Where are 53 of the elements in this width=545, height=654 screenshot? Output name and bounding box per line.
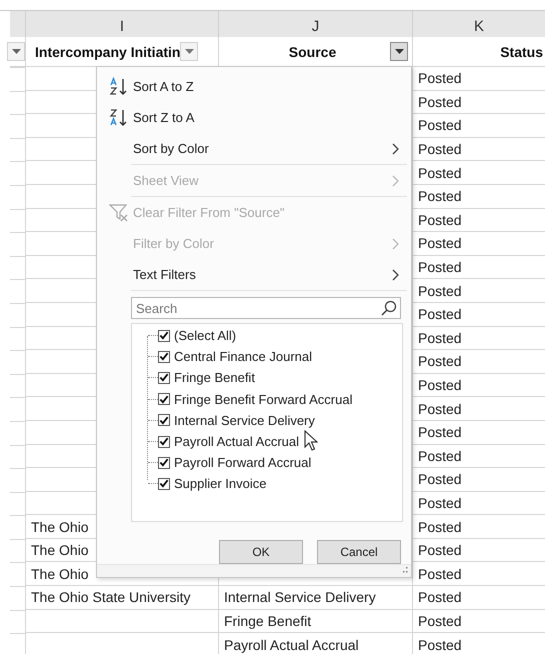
checkbox-label[interactable]: Internal Service Delivery	[174, 412, 315, 428]
sort-icon	[109, 76, 129, 96]
checkbox-label[interactable]: Fringe Benefit Forward Accrual	[174, 392, 352, 407]
chevron-right-icon	[392, 174, 399, 186]
sort-icon	[109, 108, 129, 128]
table-cell: Posted	[412, 633, 545, 654]
filter-dropdown-button[interactable]	[180, 42, 198, 61]
table-cell: The Ohio State University	[25, 586, 218, 610]
caret-down-icon	[184, 49, 194, 54]
column-header: Source	[288, 44, 336, 60]
search-field[interactable]: Search	[131, 297, 401, 319]
chevron-right-icon	[392, 142, 399, 154]
checkbox[interactable]	[158, 350, 170, 363]
menu-item[interactable]: Sort Z to A	[97, 102, 411, 133]
checkbox-label[interactable]: Payroll Forward Accrual	[174, 455, 312, 470]
caret-down-icon	[12, 49, 20, 54]
table-cell: Posted	[412, 586, 545, 610]
ok-button[interactable]: OK	[219, 540, 303, 564]
checkbox[interactable]	[158, 393, 170, 406]
mouse-cursor-icon	[304, 430, 318, 452]
checkbox[interactable]	[158, 478, 170, 490]
resize-grip-icon[interactable]	[400, 567, 408, 575]
chevron-right-icon	[392, 238, 399, 250]
column-letter[interactable]: K	[412, 11, 545, 37]
checkbox[interactable]	[158, 436, 170, 448]
filter-dropdown-button[interactable]	[390, 42, 408, 61]
menu-item[interactable]: Sort by Color	[97, 133, 411, 164]
table-cell: Internal Service Delivery	[218, 586, 412, 610]
checkbox-label[interactable]: Payroll Actual Accrual	[174, 434, 300, 450]
table-cell: Posted	[412, 610, 545, 634]
chevron-right-icon	[392, 268, 399, 280]
column-letter[interactable]: I	[25, 11, 218, 37]
caret-down-icon	[394, 49, 404, 54]
checkbox[interactable]	[158, 414, 170, 426]
column-header: Status	[500, 44, 544, 60]
table-cell: Posted	[412, 562, 545, 586]
checkbox[interactable]	[158, 372, 170, 384]
column-header: Intercompany Initiatin	[34, 44, 180, 60]
table-cell: Payroll Actual Accrual	[218, 633, 412, 654]
checkbox-label[interactable]: Central Finance Journal	[174, 349, 312, 364]
checkbox-label[interactable]: Fringe Benefit	[174, 370, 255, 386]
search-icon	[381, 300, 397, 316]
clear-filter-icon	[109, 204, 129, 222]
filter-dropdown-button[interactable]	[7, 42, 25, 61]
cancel-button[interactable]: Cancel	[317, 540, 401, 564]
menu-item[interactable]: Text Filters	[97, 259, 411, 290]
column-letter[interactable]: J	[218, 11, 412, 37]
table-cell: Fringe Benefit	[218, 610, 412, 634]
menu-item[interactable]: Sort A to Z	[97, 71, 411, 102]
checkbox-label[interactable]: Supplier Invoice	[174, 476, 266, 492]
checkbox[interactable]	[158, 330, 170, 342]
checkbox-label[interactable]: (Select All)	[174, 328, 236, 344]
checkbox[interactable]	[158, 456, 170, 469]
